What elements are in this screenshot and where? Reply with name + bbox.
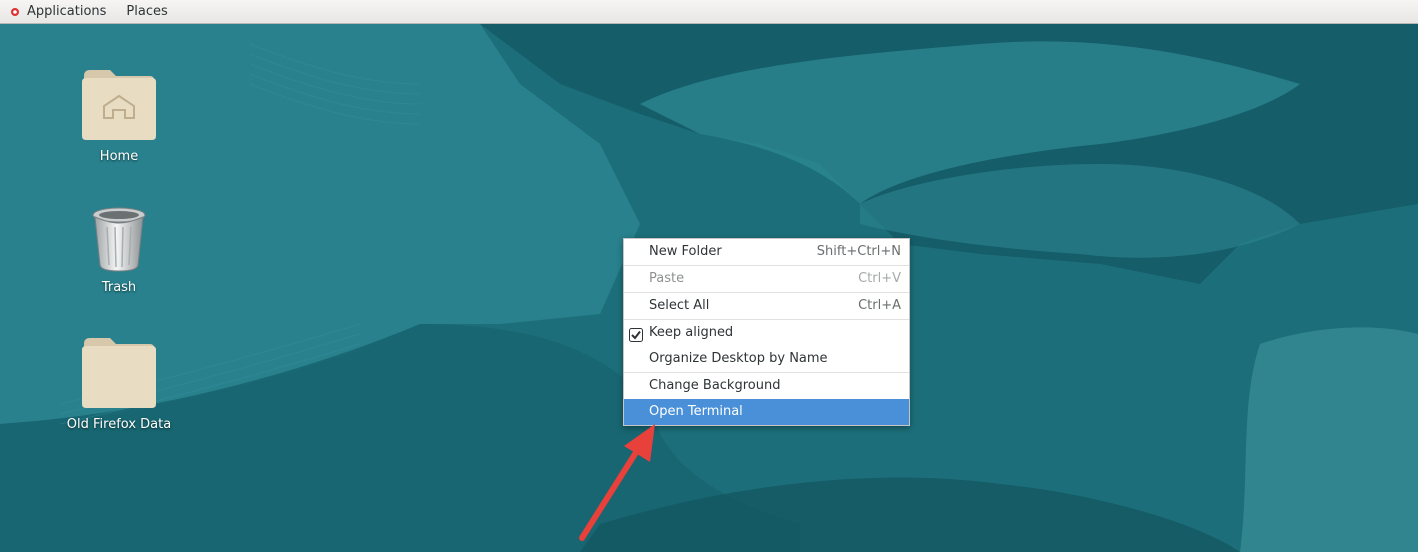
home-folder-icon [59,66,179,146]
menu-item-organize-desktop[interactable]: Organize Desktop by Name [624,346,909,372]
applications-menu[interactable]: Applications [21,0,116,24]
menu-item-label: Open Terminal [649,404,743,419]
top-panel: Applications Places [0,0,1418,24]
menu-item-select-all[interactable]: Select All Ctrl+A [624,293,909,319]
menu-item-label: Paste [649,271,685,286]
menu-item-label: Change Background [649,378,781,393]
desktop-icon-label: Old Firefox Data [66,417,172,432]
folder-icon [59,334,179,414]
app-menu-icon[interactable] [9,6,21,18]
desktop-icon-label: Home [99,149,139,164]
menu-item-label: Organize Desktop by Name [649,351,828,366]
desktop-icon-trash[interactable]: Trash [59,205,179,295]
menu-item-label: Keep aligned [649,325,734,340]
places-menu[interactable]: Places [116,0,177,24]
menu-item-paste[interactable]: Paste Ctrl+V [624,266,909,292]
menu-item-keep-aligned[interactable]: Keep aligned [624,320,909,346]
menu-item-open-terminal[interactable]: Open Terminal [624,399,909,425]
menu-item-change-background[interactable]: Change Background [624,373,909,399]
desktop-icon-label: Trash [101,280,137,295]
desktop-context-menu: New Folder Shift+Ctrl+N Paste Ctrl+V Sel… [623,238,910,426]
menu-item-new-folder[interactable]: New Folder Shift+Ctrl+N [624,239,909,265]
menu-item-accelerator: Ctrl+V [858,271,901,286]
menu-item-label: Select All [649,298,710,313]
trash-icon [59,205,179,277]
desktop-icon-old-firefox-data[interactable]: Old Firefox Data [59,334,179,432]
checkmark-icon [629,326,643,342]
menu-item-accelerator: Shift+Ctrl+N [816,244,901,259]
menu-item-label: New Folder [649,244,722,259]
desktop-icon-home[interactable]: Home [59,66,179,164]
menu-item-accelerator: Ctrl+A [858,298,901,313]
